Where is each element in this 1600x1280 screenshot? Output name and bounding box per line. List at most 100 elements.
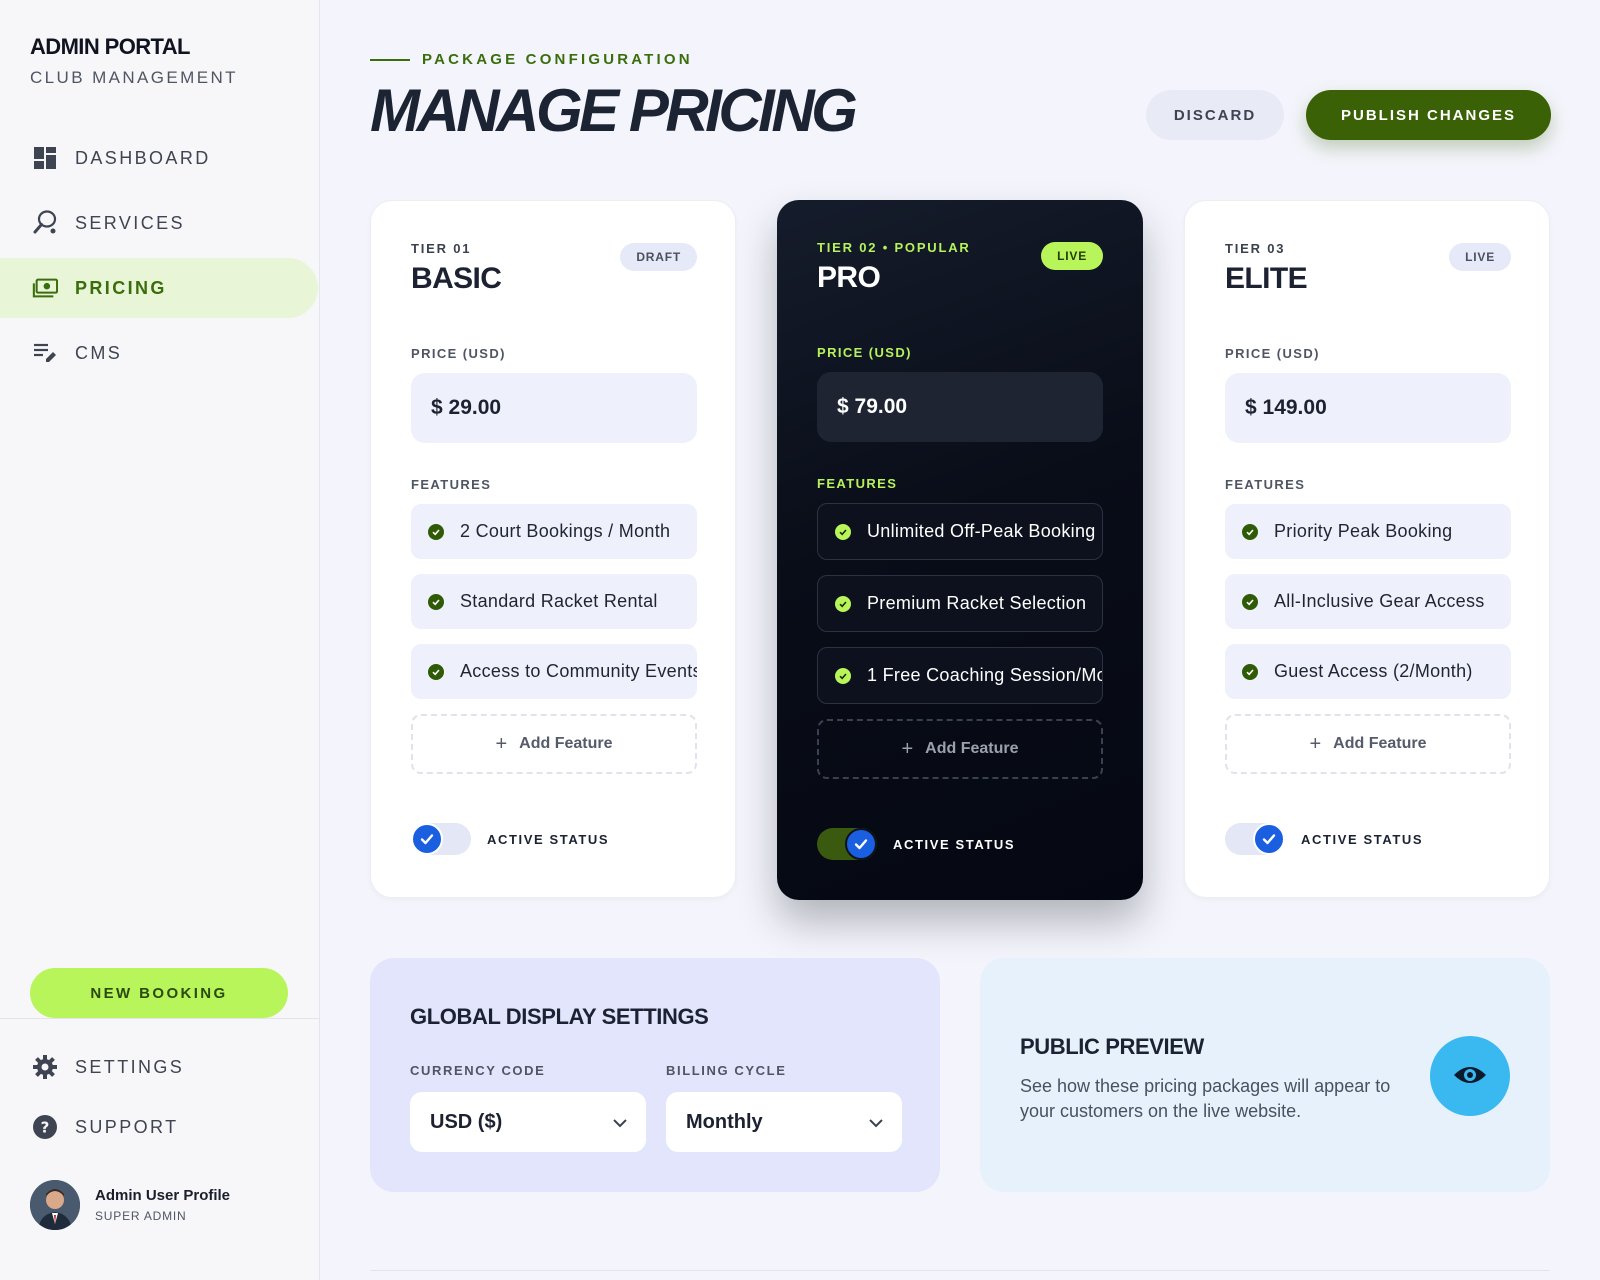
check-circle-icon [1242,523,1258,540]
discard-button[interactable]: DISCARD [1146,90,1284,140]
services-icon [32,210,58,236]
check-circle-icon [835,595,851,612]
active-status-row: ACTIVE STATUS [411,823,609,855]
status-badge: DRAFT [620,243,697,271]
active-status-toggle[interactable] [1225,823,1285,855]
billing-cycle-select[interactable]: Monthly [666,1092,902,1152]
active-status-label: ACTIVE STATUS [893,836,1016,852]
pricing-icon [32,275,58,301]
check-circle-icon [1242,663,1258,680]
sidebar-item-label: PRICING [75,277,167,298]
price-input[interactable]: $ 79.00 [817,372,1103,442]
feature-item[interactable]: Guest Access (2/Month) [1225,644,1511,699]
global-display-settings-panel: GLOBAL DISPLAY SETTINGS CURRENCY CODE US… [370,958,940,1192]
sidebar-item-label: SUPPORT [75,1116,179,1137]
feature-text: 1 Free Coaching Session/Month [867,665,1102,685]
features-label: FEATURES [411,477,492,492]
check-circle-icon [428,593,444,610]
page-eyebrow: PACKAGE CONFIGURATION [370,51,693,68]
feature-item[interactable]: 2 Court Bookings / Month [411,504,697,559]
active-status-label: ACTIVE STATUS [1301,831,1424,847]
add-feature-label: Add Feature [925,740,1019,757]
price-label: PRICE (USD) [1225,346,1320,361]
tier-card-pro: TIER 02 • POPULAR PRO LIVE PRICE (USD) $… [777,200,1143,900]
tier-card-basic: TIER 01 BASIC DRAFT PRICE (USD) $ 29.00 … [370,200,736,898]
brand-title: ADMIN PORTAL [30,34,190,59]
sidebar-item-support[interactable]: ? SUPPORT [0,1100,318,1154]
help-icon: ? [32,1114,58,1140]
public-preview-button[interactable] [1430,1036,1510,1116]
brand: ADMIN PORTAL CLUB MANAGEMENT [30,34,238,88]
check-circle-icon [835,667,851,684]
price-input[interactable]: $ 149.00 [1225,373,1511,443]
sidebar-item-cms[interactable]: CMS [0,323,318,383]
sidebar-item-settings[interactable]: SETTINGS [0,1040,318,1094]
price-input[interactable]: $ 29.00 [411,373,697,443]
sidebar-item-pricing[interactable]: PRICING [0,258,318,318]
sidebar-divider [0,1018,320,1019]
feature-text: Unlimited Off-Peak Booking [867,521,1096,541]
feature-text: Premium Racket Selection [867,593,1087,613]
profile-name: Admin User Profile [95,1187,231,1204]
preview-description: See how these pricing packages will appe… [1020,1076,1391,1121]
sidebar: ADMIN PORTAL CLUB MANAGEMENT DASHBOARD S… [0,0,320,1280]
features-label: FEATURES [817,476,898,491]
features-label: FEATURES [1225,477,1306,492]
billing-cycle-label: BILLING CYCLE [666,1063,787,1078]
plus-icon: + [495,732,508,755]
price-label: PRICE (USD) [411,346,506,361]
user-profile[interactable]: Admin User Profile SUPER ADMIN [30,1180,230,1230]
active-status-toggle[interactable] [817,828,877,860]
add-feature-label: Add Feature [1333,735,1427,752]
feature-text: Standard Racket Rental [460,591,658,611]
new-booking-button[interactable]: NEW BOOKING [30,968,288,1018]
add-feature-button[interactable]: + Add Feature [817,719,1103,779]
dashboard-icon [32,145,58,171]
feature-item[interactable]: Priority Peak Booking [1225,504,1511,559]
active-status-row: ACTIVE STATUS [817,828,1015,860]
eyebrow-line [370,58,410,61]
plus-icon: + [1309,732,1322,755]
sidebar-item-services[interactable]: SERVICES [0,193,318,253]
check-icon [1253,823,1285,855]
currency-code-select[interactable]: USD ($) [410,1092,646,1152]
publish-changes-button[interactable]: PUBLISH CHANGES [1306,90,1551,140]
sidebar-item-dashboard[interactable]: DASHBOARD [0,128,318,188]
add-feature-button[interactable]: + Add Feature [411,714,697,774]
billing-cycle-group: BILLING CYCLE Monthly [666,1063,902,1152]
feature-item[interactable]: Access to Community Events [411,644,697,699]
check-icon [411,823,443,855]
svg-text:?: ? [41,1119,50,1137]
feature-item[interactable]: All-Inclusive Gear Access [1225,574,1511,629]
feature-text: 2 Court Bookings / Month [460,521,671,541]
feature-text: Priority Peak Booking [1274,521,1453,541]
feature-item[interactable]: Premium Racket Selection [817,575,1103,632]
check-circle-icon [428,663,444,680]
check-circle-icon [835,523,851,540]
check-icon [845,828,877,860]
feature-item[interactable]: 1 Free Coaching Session/Month [817,647,1103,704]
price-label: PRICE (USD) [817,345,912,360]
cms-icon [32,340,58,366]
check-circle-icon [428,523,444,540]
panel-title: GLOBAL DISPLAY SETTINGS [410,1004,709,1029]
active-status-toggle[interactable] [411,823,471,855]
feature-item[interactable]: Unlimited Off-Peak Booking [817,503,1103,560]
add-feature-button[interactable]: + Add Feature [1225,714,1511,774]
active-status-row: ACTIVE STATUS [1225,823,1423,855]
currency-code-group: CURRENCY CODE USD ($) [410,1063,646,1152]
sidebar-item-label: SERVICES [75,212,185,233]
feature-item[interactable]: Standard Racket Rental [411,574,697,629]
chevron-down-icon [868,1111,884,1134]
billing-cycle-value: Monthly [686,1110,763,1133]
content-divider [370,1270,1550,1271]
page-title: MANAGE PRICING [370,77,858,144]
sidebar-nav: DASHBOARD SERVICES PRICING CMS [0,128,320,388]
sidebar-item-label: SETTINGS [75,1056,185,1077]
profile-role: SUPER ADMIN [95,1209,187,1223]
status-badge: LIVE [1041,242,1103,270]
panel-title: PUBLIC PREVIEW [1020,1034,1204,1059]
eye-icon [1452,1063,1488,1090]
currency-code-value: USD ($) [430,1110,503,1133]
public-preview-panel: PUBLIC PREVIEW See how these pricing pac… [980,958,1550,1192]
